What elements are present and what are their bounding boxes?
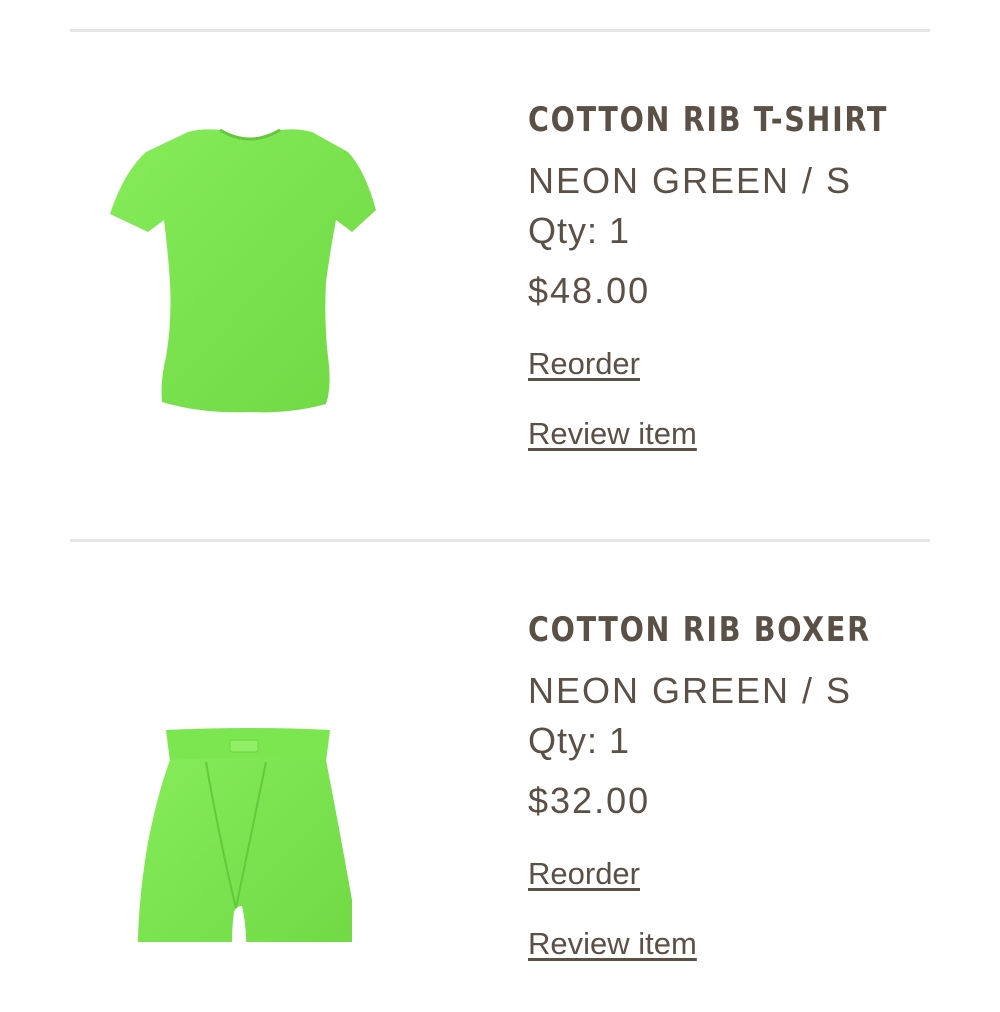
reorder-link[interactable]: Reorder	[528, 346, 640, 382]
product-price: $48.00	[528, 270, 651, 311]
product-name[interactable]: COTTON RIB BOXER	[528, 606, 898, 654]
item-details: COTTON RIB T-SHIRT NEON GREEN / S Qty: 1…	[528, 96, 968, 452]
product-variant: NEON GREEN / S	[528, 670, 853, 711]
review-item-link[interactable]: Review item	[528, 416, 697, 452]
product-quantity: Qty: 1	[528, 210, 631, 251]
order-item: COTTON RIB T-SHIRT NEON GREEN / S Qty: 1…	[0, 32, 1000, 502]
product-price: $32.00	[528, 780, 651, 821]
product-quantity: Qty: 1	[528, 720, 631, 761]
product-image-tshirt[interactable]	[90, 102, 410, 432]
item-details: COTTON RIB BOXER NEON GREEN / S Qty: 1 $…	[528, 606, 968, 962]
product-variant: NEON GREEN / S	[528, 160, 853, 201]
order-item: COTTON RIB BOXER NEON GREEN / S Qty: 1 $…	[0, 542, 1000, 1012]
tshirt-image	[110, 128, 376, 413]
boxer-image	[137, 728, 353, 942]
reorder-link[interactable]: Reorder	[528, 856, 640, 892]
product-image-boxer[interactable]	[90, 612, 410, 942]
product-name[interactable]: COTTON RIB T-SHIRT	[528, 96, 898, 144]
review-item-link[interactable]: Review item	[528, 926, 697, 962]
